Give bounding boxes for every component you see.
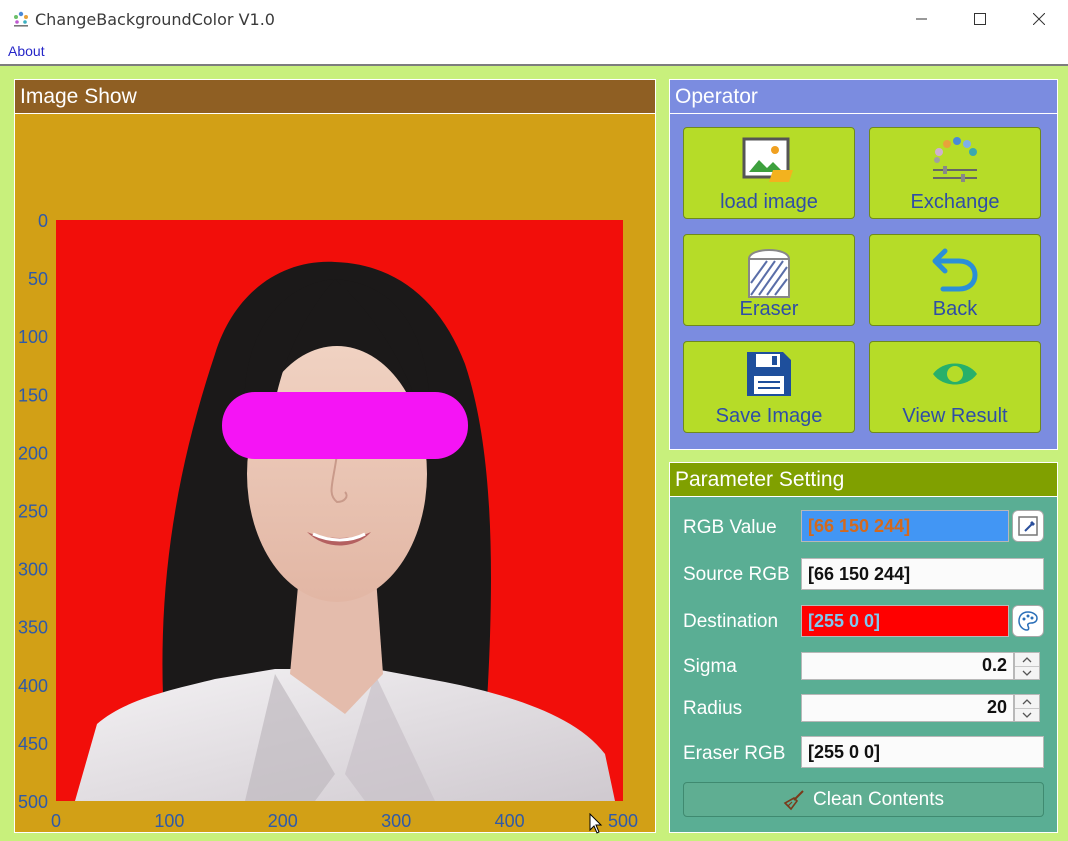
eraser-rgb-field[interactable]: [255 0 0] (801, 736, 1044, 768)
radius-decrement-button[interactable] (1015, 708, 1039, 721)
x-tick-label: 400 (495, 811, 525, 831)
sigma-decrement-button[interactable] (1015, 666, 1039, 679)
clean-contents-label: Clean Contents (813, 788, 944, 810)
radius-stepper[interactable] (1014, 694, 1040, 722)
save-image-label: Save Image (715, 405, 823, 427)
eraser-button[interactable]: Eraser (683, 234, 855, 326)
palette-icon (1018, 611, 1038, 631)
image-show-panel: Image Show 0 50 100 150 200 250 300 350 … (14, 79, 656, 833)
x-tick-label: 500 (608, 811, 638, 831)
y-tick-label: 500 (18, 792, 48, 812)
minimize-icon (916, 18, 927, 20)
save-icon (684, 350, 854, 398)
back-label: Back (932, 298, 978, 320)
clean-contents-button[interactable]: Clean Contents (683, 782, 1044, 817)
x-axis-ticks: 0 100 200 300 400 500 (51, 811, 638, 831)
maximize-icon (974, 13, 986, 25)
sigma-stepper[interactable] (1014, 652, 1040, 680)
close-icon (1033, 13, 1045, 25)
minimize-button[interactable] (893, 0, 951, 38)
x-tick-label: 0 (51, 811, 61, 831)
radius-label: Radius (683, 698, 743, 719)
app-icon (12, 10, 30, 33)
back-button[interactable]: Back (869, 234, 1041, 326)
x-tick-label: 100 (154, 811, 184, 831)
y-tick-label: 0 (38, 211, 48, 231)
sigma-increment-button[interactable] (1015, 653, 1039, 667)
rgb-value-field[interactable]: [66 150 244] (801, 510, 1009, 542)
x-tick-label: 200 (268, 811, 298, 831)
back-icon (870, 243, 1040, 295)
source-rgb-field[interactable]: [66 150 244] (801, 558, 1044, 590)
y-tick-label: 50 (28, 269, 48, 289)
parameter-title: Parameter Setting (675, 468, 845, 491)
chevron-up-icon (1022, 656, 1032, 662)
view-icon (870, 350, 1040, 398)
y-tick-label: 450 (18, 734, 48, 754)
y-tick-label: 350 (18, 618, 48, 638)
rgb-value-label: RGB Value (683, 517, 777, 538)
x-tick-label: 300 (381, 811, 411, 831)
exchange-label: Exchange (910, 191, 1000, 213)
y-tick-label: 100 (18, 327, 48, 347)
chevron-up-icon (1022, 698, 1032, 704)
pick-color-button[interactable] (1012, 510, 1044, 542)
operator-header: Operator (670, 80, 1057, 114)
parameter-header: Parameter Setting (670, 463, 1057, 497)
maximize-button[interactable] (951, 0, 1009, 38)
exchange-button[interactable]: Exchange (869, 127, 1041, 219)
load-image-icon (684, 136, 854, 184)
menu-bar: About (0, 38, 1068, 66)
y-tick-label: 400 (18, 676, 48, 696)
mouse-cursor-icon (589, 813, 603, 834)
color-picker-icon (1018, 516, 1038, 536)
y-tick-label: 300 (18, 560, 48, 580)
image-plot[interactable]: 0 50 100 150 200 250 300 350 400 450 500 0 100 200 30… (15, 114, 655, 832)
title-bar: ChangeBackgroundColor V1.0 (0, 0, 1068, 39)
window-title: ChangeBackgroundColor V1.0 (35, 10, 275, 29)
image-show-header: Image Show (15, 80, 655, 114)
view-result-label: View Result (902, 405, 1008, 427)
save-image-button[interactable]: Save Image (683, 341, 855, 433)
destination-label: Destination (683, 611, 779, 632)
view-result-button[interactable]: View Result (869, 341, 1041, 433)
chevron-down-icon (1022, 670, 1032, 676)
eraser-rgb-label: Eraser RGB (683, 743, 786, 764)
sigma-label: Sigma (683, 656, 737, 677)
destination-field[interactable]: [255 0 0] (801, 605, 1009, 637)
parameter-panel: Parameter Setting RGB Value [66 150 244]… (669, 462, 1058, 833)
radius-input[interactable]: 20 (801, 694, 1014, 722)
choose-destination-color-button[interactable] (1012, 605, 1044, 637)
radius-increment-button[interactable] (1015, 695, 1039, 709)
y-tick-label: 250 (18, 502, 48, 522)
exchange-icon (870, 136, 1040, 184)
y-axis-ticks: 0 50 100 150 200 250 300 350 400 450 500 (18, 211, 48, 812)
eye-mask (222, 392, 468, 459)
image-show-title: Image Show (20, 85, 137, 108)
menu-about[interactable]: About (8, 43, 45, 59)
close-button[interactable] (1010, 0, 1068, 38)
y-tick-label: 200 (18, 443, 48, 463)
operator-panel: Operator load image Exchange Eraser Back… (669, 79, 1058, 450)
sigma-input[interactable]: 0.2 (801, 652, 1014, 680)
eraser-icon (684, 243, 854, 299)
load-image-button[interactable]: load image (683, 127, 855, 219)
load-image-label: load image (720, 191, 818, 213)
chevron-down-icon (1022, 712, 1032, 718)
eraser-label: Eraser (739, 298, 799, 320)
operator-title: Operator (675, 85, 758, 108)
source-rgb-label: Source RGB (683, 564, 790, 585)
broom-icon (783, 789, 804, 810)
y-tick-label: 150 (18, 385, 48, 405)
